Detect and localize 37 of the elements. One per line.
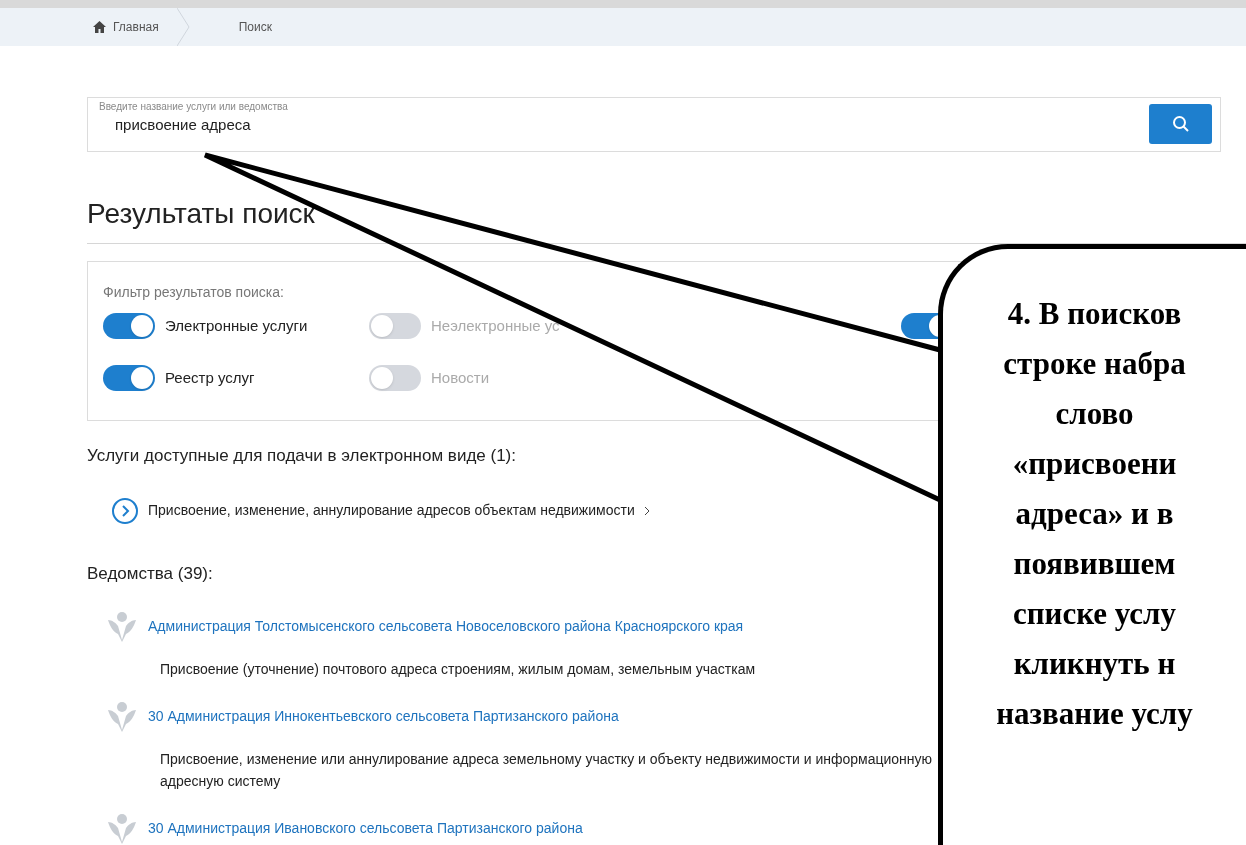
results-heading: Результаты поиск bbox=[87, 197, 316, 231]
toggle-label: Реестр услуг bbox=[165, 367, 255, 388]
callout-text: название услу bbox=[996, 695, 1193, 733]
callout-text: кликнуть н bbox=[1013, 645, 1176, 683]
callout-text: появившем bbox=[1013, 545, 1176, 583]
toggle-switch[interactable] bbox=[103, 313, 155, 339]
chevron-circle-icon bbox=[111, 496, 139, 525]
filter-title: Фильтр результатов поиска: bbox=[103, 283, 285, 302]
toggle-label: Электронные услуги bbox=[165, 315, 308, 336]
callout-text: «присвоени bbox=[1012, 445, 1177, 483]
section-title: Ведомства (39): bbox=[87, 562, 213, 585]
search-field[interactable]: Введите название услуги или ведомства присвоение адреса bbox=[87, 97, 1221, 152]
agency-link[interactable]: 30 Администрация Ивановского сельсовета Партизанского района bbox=[148, 817, 583, 839]
toggle-switch[interactable] bbox=[369, 365, 421, 391]
agency-link[interactable]: Администрация Толстомысенского сельсовета Новоселовского района Красноярского края bbox=[148, 615, 744, 637]
chevron-icon bbox=[643, 505, 650, 516]
search-input: присвоение адреса bbox=[99, 114, 699, 137]
toggle-label: Неэлектронные ус bbox=[431, 315, 560, 336]
breadcrumb-separator bbox=[176, 8, 191, 46]
service-name[interactable]: Присвоение (уточнение) почтового адреса строениям, жилым домам, земельным участкам bbox=[104, 658, 934, 680]
breadcrumb-link[interactable]: Главная bbox=[93, 18, 159, 36]
callout-text: списке услу bbox=[1012, 595, 1176, 633]
callout-text: слово bbox=[1055, 395, 1134, 433]
section-title: Услуги доступные для подачи в электронном виде (1): bbox=[87, 445, 516, 467]
search-button[interactable] bbox=[1149, 104, 1212, 144]
toggle-label: Новости bbox=[431, 367, 490, 388]
toggle-switch[interactable] bbox=[369, 313, 421, 339]
toggle-switch[interactable] bbox=[103, 365, 155, 391]
callout-text: 4. В поисков bbox=[1007, 295, 1182, 333]
home-icon bbox=[93, 21, 106, 33]
service-name[interactable]: Присвоение, изменение или аннулирование адреса земельному участку и объекту недвижимости и информационную адресную систему bbox=[104, 748, 934, 792]
field-label: Введите название услуги или ведомства bbox=[99, 101, 289, 113]
search-icon bbox=[1171, 115, 1190, 133]
callout-text: адреса» и в bbox=[1015, 495, 1174, 533]
agency-link[interactable]: 30 Администрация Иннокентьевского сельсовета Партизанского района bbox=[148, 705, 619, 727]
callout-text: строке набра bbox=[1003, 345, 1186, 383]
breadcrumb-link[interactable]: Поиск bbox=[238, 18, 272, 36]
